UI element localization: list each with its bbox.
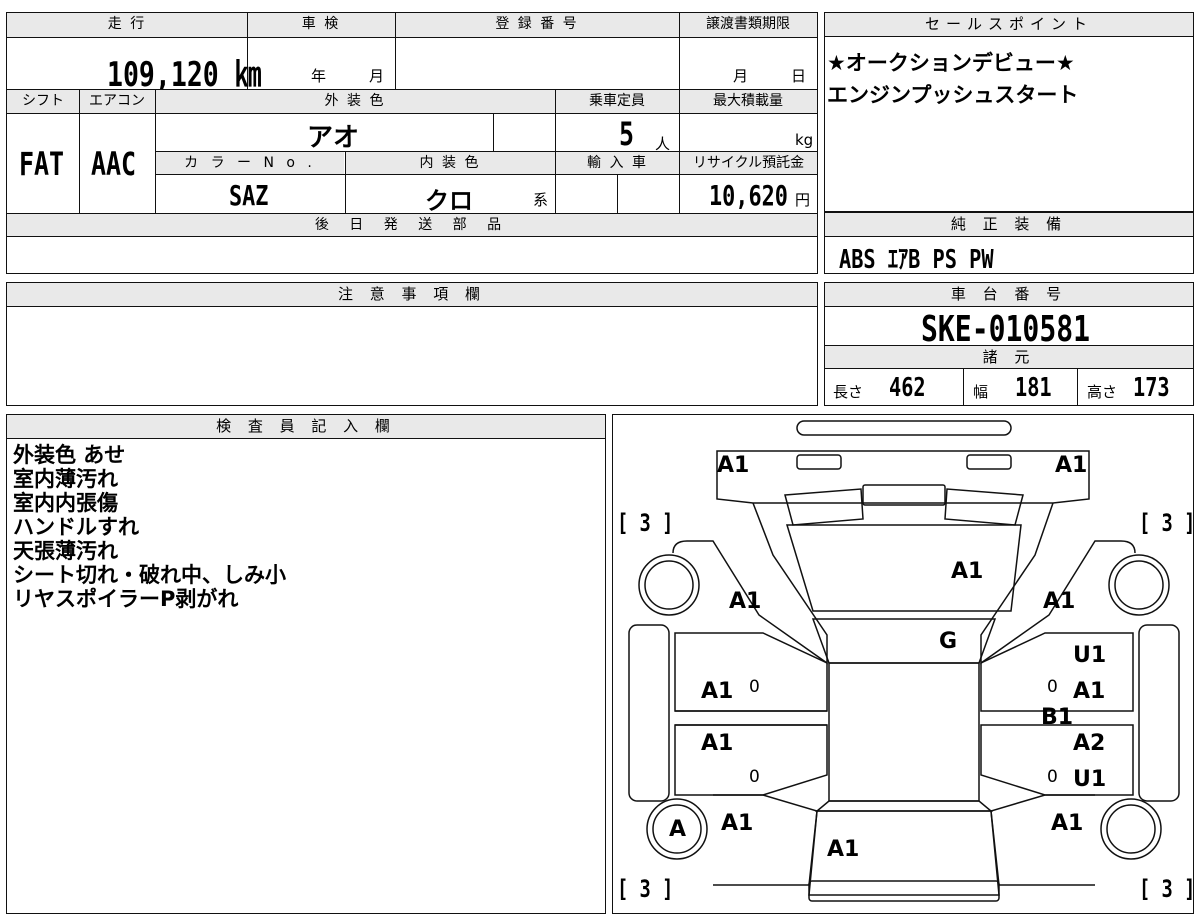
shift-value: FAT	[19, 145, 65, 183]
mark-fender-left: A1	[729, 589, 762, 614]
mark-fender-right: A1	[1043, 589, 1076, 614]
remark-item: ハンドルすれ	[13, 515, 139, 539]
deadline-header: 譲渡書類期限	[679, 13, 817, 37]
int-color-header: 内 装 色	[345, 152, 555, 174]
recycle-unit: 円	[795, 191, 811, 209]
mark-hood: A1	[951, 559, 984, 584]
recycle-header: リサイクル預託金	[680, 152, 817, 174]
width-label: 幅	[973, 383, 989, 401]
int-color-suffix: 系	[533, 191, 549, 209]
chassis-number: SKE-010581	[921, 309, 1091, 350]
recycle-value: 10,620	[709, 179, 788, 212]
height-label: 高さ	[1087, 383, 1118, 401]
sales-point-line-1: ★オークションデビュー★	[827, 51, 1075, 75]
deadline-month: 月	[733, 67, 749, 85]
later-parts-header: 後 日 発 送 部 品	[7, 214, 817, 236]
mark-windshield: G	[939, 629, 958, 654]
mark-right-rear-door-bottom: U1	[1073, 767, 1107, 792]
equipment-header: 純 正 装 備	[825, 213, 1193, 237]
mark-right-front-door: A1	[1073, 679, 1106, 704]
aircon-header: エアコン	[79, 90, 155, 113]
mark-right-rear-door: A2	[1073, 731, 1106, 756]
mark-zero: 0	[749, 767, 760, 787]
int-color-value: クロ	[425, 187, 473, 215]
color-no-value: SAZ	[229, 179, 269, 212]
equipment-value: ABS ｴｱB PS PW	[839, 245, 994, 275]
tire-front-right: [ 3 ]	[1139, 509, 1194, 537]
sales-point-line-2: エンジンプッシュスタート	[827, 83, 1079, 107]
chassis-box: 車 台 番 号 SKE-010581 諸 元 長さ 462 幅 181 高さ 1…	[824, 282, 1194, 406]
aircon-value: AAC	[91, 145, 137, 183]
height-value: 173	[1133, 373, 1170, 403]
import-header: 輸 入 車	[556, 152, 679, 174]
mark-zero: 0	[1047, 767, 1058, 787]
mark-left-rear-wheel: A	[669, 817, 687, 842]
length-value: 462	[889, 373, 926, 403]
chassis-header: 車 台 番 号	[825, 283, 1193, 307]
ext-color-value: アオ	[307, 123, 360, 153]
capacity-header: 乗車定員	[555, 90, 679, 113]
ext-color-header: 外 装 色	[155, 90, 555, 113]
tire-rear-right: [ 3 ]	[1139, 875, 1194, 903]
mileage-header: 走 行	[7, 13, 247, 37]
length-label: 長さ	[833, 383, 864, 401]
notes-header: 注 意 事 項 欄	[7, 283, 817, 307]
inspector-remarks: 外装色 あせ 室内薄汚れ 室内内張傷 ハンドルすれ 天張薄汚れ シート切れ・破れ…	[13, 443, 286, 611]
spec-header: 諸 元	[825, 345, 1193, 369]
basic-info-box: 走 行 車 検 登 録 番 号 譲渡書類期限 109,120 ㎞ 年 月 月 日…	[6, 12, 818, 274]
car-diagram-box: [ 3 ] [ 3 ] [ 3 ] [ 3 ] A1 A1 A1 A1 A1 G…	[612, 414, 1194, 914]
load-header: 最大積載量	[679, 90, 817, 113]
mark-left-quarter: A1	[721, 811, 754, 836]
shaken-year: 年	[311, 67, 327, 85]
remark-item: 室内内張傷	[13, 491, 118, 515]
mark-right-front-door-top: U1	[1073, 643, 1107, 668]
load-unit: kg	[795, 131, 814, 149]
mark-right-quarter: A1	[1051, 811, 1084, 836]
mark-right-pillar: B1	[1041, 705, 1074, 730]
equipment-box: 純 正 装 備 ABS ｴｱB PS PW	[824, 212, 1194, 275]
car-outline	[628, 420, 1180, 902]
capacity-value: 5	[619, 115, 635, 153]
tire-front-left: [ 3 ]	[617, 509, 674, 537]
mark-left-rear-door: A1	[701, 731, 734, 756]
remark-item: シート切れ・破れ中、しみ小	[13, 563, 286, 587]
registration-header: 登 録 番 号	[395, 13, 679, 37]
shaken-month: 月	[369, 67, 385, 85]
mark-left-front-door: A1	[701, 679, 734, 704]
mark-zero: 0	[1047, 677, 1058, 697]
color-no-header: カ ラ ー N o .	[156, 152, 344, 174]
notes-box: 注 意 事 項 欄	[6, 282, 818, 406]
inspector-header: 検 査 員 記 入 欄	[7, 415, 605, 439]
sales-point-box: セールスポイント ★オークションデビュー★ エンジンプッシュスタート	[824, 12, 1194, 212]
remark-item: 室内薄汚れ	[13, 467, 118, 491]
width-value: 181	[1015, 373, 1052, 403]
inspector-box: 検 査 員 記 入 欄 外装色 あせ 室内薄汚れ 室内内張傷 ハンドルすれ 天張…	[6, 414, 606, 914]
remark-item: 天張薄汚れ	[13, 539, 118, 563]
mark-front-right: A1	[1055, 453, 1088, 478]
mark-front-left: A1	[717, 453, 750, 478]
deadline-day: 日	[791, 67, 807, 85]
mark-zero: 0	[749, 677, 760, 697]
tire-rear-left: [ 3 ]	[617, 875, 674, 903]
mark-rear: A1	[827, 837, 860, 862]
remark-item: リヤスポイラーP剥がれ	[13, 587, 239, 611]
shaken-header: 車 検	[247, 13, 395, 37]
shift-header: シフト	[7, 90, 79, 113]
sales-point-header: セールスポイント	[825, 13, 1193, 37]
remark-item: 外装色 あせ	[13, 443, 126, 467]
